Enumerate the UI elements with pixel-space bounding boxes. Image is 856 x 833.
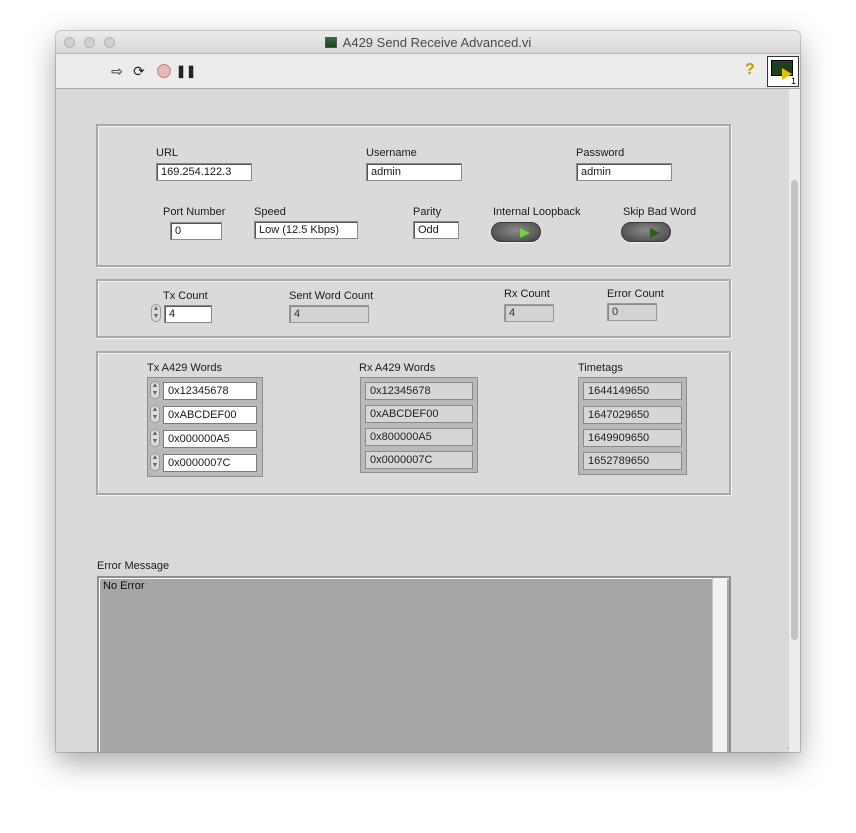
error-message-box[interactable]: No Error [97,576,731,752]
words-panel: Tx A429 Words ▲ ▼ 0x12345678 ▲ ▼ 0xABCDEF0… [96,351,731,495]
parity-label: Parity [413,206,442,218]
tx-words-label: Tx A429 Words [147,362,222,374]
password-field[interactable]: admin [576,163,672,181]
tx-count-stepper[interactable]: ▲ ▼ [151,304,161,322]
title-bar: A429 Send Receive Advanced.vi [56,31,800,54]
vi-connector-icon[interactable]: 1 [767,56,799,87]
parity-selector[interactable]: Odd [413,221,459,239]
timetag-cell: 1647029650 [583,406,682,424]
error-message-text: No Error [103,580,145,592]
speed-selector[interactable]: Low (12.5 Kbps) [254,221,358,239]
tx-index-stepper[interactable]: ▲ ▼ [150,405,160,423]
led-icon [520,228,530,238]
skip-bad-word-toggle[interactable] [621,222,671,242]
port-number-field[interactable]: 0 [170,222,222,240]
connection-panel: URL 169.254.122.3 Username admin Passwor… [96,124,731,267]
sent-word-count-label: Sent Word Count [289,290,374,302]
window-title: A429 Send Receive Advanced.vi [56,35,800,50]
tx-index-stepper[interactable]: ▲ ▼ [150,453,160,471]
rx-word-cell: 0x800000A5 [365,428,473,446]
url-field[interactable]: 169.254.122.3 [156,163,252,181]
vertical-scroll-thumb[interactable] [791,180,798,640]
tx-word-cell[interactable]: 0x0000007C [163,454,257,472]
rx-word-cell: 0x12345678 [365,382,473,400]
timetags-array: 1644149650 1647029650 1649909650 1652789… [578,377,687,475]
rx-words-label: Rx A429 Words [359,362,436,374]
internal-loopback-toggle[interactable] [491,222,541,242]
tx-index-stepper[interactable]: ▲ ▼ [150,381,160,399]
rx-word-cell: 0xABCDEF00 [365,405,473,423]
port-number-label: Port Number [163,206,226,218]
vi-file-icon [324,37,337,48]
tx-count-field[interactable]: 4 [164,305,212,323]
timetag-cell: 1649909650 [583,429,682,447]
rx-word-cell: 0x0000007C [365,451,473,469]
timetags-label: Timetags [578,362,623,374]
vi-window: A429 Send Receive Advanced.vi ⇨ ⟳ ❚❚ ? 1… [56,31,800,752]
tx-word-cell[interactable]: 0xABCDEF00 [163,406,257,424]
url-label: URL [156,147,179,159]
led-icon [650,228,660,238]
tx-word-cell[interactable]: 0x12345678 [163,382,257,400]
error-count-indicator: 0 [607,303,657,321]
username-label: Username [366,147,417,159]
skip-bad-word-label: Skip Bad Word [623,206,697,218]
tx-index-stepper[interactable]: ▲ ▼ [150,429,160,447]
speed-label: Speed [254,206,286,218]
username-field[interactable]: admin [366,163,462,181]
error-count-label: Error Count [607,288,664,300]
tx-words-array: ▲ ▼ 0x12345678 ▲ ▼ 0xABCDEF00 ▲ ▼ 0x000000A… [147,377,263,477]
counts-panel: Tx Count ▲ ▼ 4 Sent Word Count 4 Rx Count… [96,279,731,338]
abort-icon[interactable] [157,64,171,78]
rx-count-indicator: 4 [504,304,554,322]
sent-word-count-indicator: 4 [289,305,369,323]
internal-loopback-label: Internal Loopback [493,206,581,218]
front-panel: URL 169.254.122.3 Username admin Passwor… [56,89,800,752]
rx-count-label: Rx Count [504,288,550,300]
error-message-scrollbar[interactable] [712,578,727,752]
run-arrow-icon[interactable]: ⇨ [108,62,126,80]
timetag-cell: 1644149650 [583,382,682,400]
timetag-cell: 1652789650 [583,452,682,470]
rx-words-array: 0x12345678 0xABCDEF00 0x800000A5 0x00000… [360,377,478,473]
error-message-label: Error Message [97,560,170,572]
password-label: Password [576,147,625,159]
run-continuously-icon[interactable]: ⟳ [130,62,148,80]
toolbar: ⇨ ⟳ ❚❚ ? 1 [56,54,800,89]
tx-count-label: Tx Count [163,290,208,302]
help-icon[interactable]: ? [745,61,755,79]
tx-word-cell[interactable]: 0x000000A5 [163,430,257,448]
pause-icon[interactable]: ❚❚ [176,62,196,80]
vertical-scrollbar[interactable] [789,89,800,752]
